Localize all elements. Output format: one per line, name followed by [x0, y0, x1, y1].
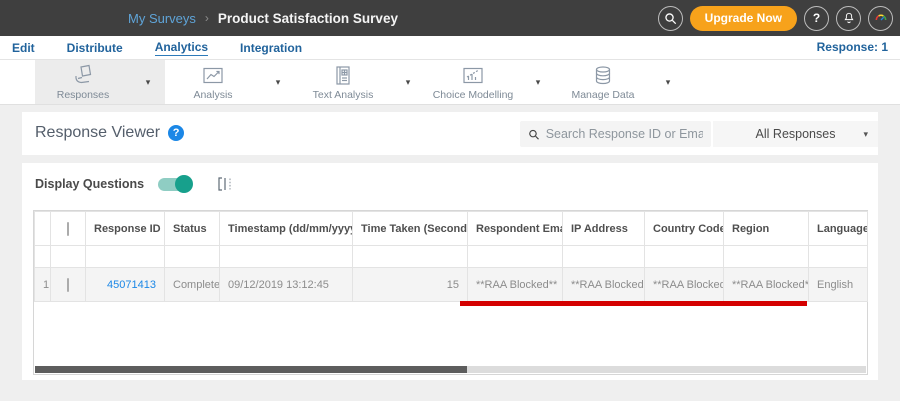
hand-document-icon: [75, 64, 92, 83]
header-respondent-email: Respondent Email: [467, 211, 563, 246]
header-response-id[interactable]: Response ID▼: [85, 211, 165, 246]
header-row: Response ID▼ Status Timestamp (dd/mm/yyy…: [34, 211, 868, 246]
header-region: Region: [723, 211, 809, 246]
status-cell: Completed: [164, 267, 220, 302]
responses-grid: Response ID▼ Status Timestamp (dd/mm/yyy…: [33, 210, 868, 375]
breadcrumb-separator-icon: ›: [204, 11, 209, 25]
header-country-code: Country Code: [644, 211, 724, 246]
filter-row: [34, 245, 868, 268]
breadcrumb-my-surveys[interactable]: My Surveys: [128, 11, 196, 26]
row-checkbox[interactable]: [67, 277, 69, 292]
bar-chart-icon: [463, 67, 483, 83]
chevron-down-icon: ▾: [863, 128, 868, 139]
response-count: Response: 1: [816, 40, 888, 54]
region-cell: **RAA Blocked**: [723, 267, 809, 302]
toolbar-item-analysis[interactable]: Analysis ▾: [165, 60, 295, 104]
display-questions-label: Display Questions: [35, 177, 145, 191]
language-cell: English: [808, 267, 868, 302]
database-icon: [595, 65, 611, 84]
toolbar-label: Analysis: [193, 88, 233, 101]
search-response-input[interactable]: [545, 127, 703, 141]
nav-item-distribute[interactable]: Distribute: [67, 41, 123, 55]
respondent-email-cell: **RAA Blocked**: [467, 267, 563, 302]
row-number-header: [34, 211, 51, 246]
breadcrumb: My Surveys › Product Satisfaction Survey: [128, 0, 398, 36]
avatar-gauge-icon[interactable]: [868, 5, 893, 31]
toolbar-item-manage-data[interactable]: Manage Data ▾: [555, 60, 685, 104]
breadcrumb-current-survey: Product Satisfaction Survey: [217, 10, 398, 26]
toolbar-label: Text Analysis: [312, 88, 374, 101]
select-all-checkbox[interactable]: [67, 221, 69, 236]
timestamp-cell: 09/12/2019 13:12:45: [219, 267, 353, 302]
response-id-cell: 45071413: [85, 267, 165, 302]
responses-filter-value: All Responses: [755, 127, 836, 141]
toolbar-label: Responses: [56, 88, 110, 101]
search-input-icon: [529, 129, 539, 140]
line-chart-icon: [203, 67, 223, 83]
search-icon[interactable]: [657, 5, 683, 31]
toolbar-item-text-analysis[interactable]: Text Analysis ▾: [295, 60, 425, 104]
nav-item-integration[interactable]: Integration: [240, 41, 302, 55]
manage-data-dropdown-caret[interactable]: ▾: [651, 60, 685, 104]
display-questions-toggle[interactable]: [158, 174, 194, 193]
header-status: Status: [164, 211, 220, 246]
text-analysis-dropdown-caret[interactable]: ▾: [391, 60, 425, 104]
response-search: [520, 121, 711, 147]
survey-nav: Edit Distribute Analytics Integration Re…: [0, 36, 900, 60]
analysis-dropdown-caret[interactable]: ▾: [261, 60, 295, 104]
red-annotation-underline: [460, 301, 807, 306]
toolbar-label: Choice Modelling: [432, 88, 514, 101]
header-timestamp[interactable]: Timestamp (dd/mm/yyyy)⇅: [219, 211, 353, 246]
viewer-help-icon[interactable]: ?: [168, 125, 185, 141]
time-taken-cell: 15: [352, 267, 468, 302]
column-settings-icon[interactable]: [217, 176, 233, 192]
responses-table: Response ID▼ Status Timestamp (dd/mm/yyy…: [34, 211, 868, 302]
row-select-cell: [50, 267, 86, 302]
response-grid-panel: Display Questions Response ID▼ St: [22, 163, 878, 380]
header-ip-address: IP Address: [562, 211, 645, 246]
horizontal-scrollbar-thumb[interactable]: [35, 366, 468, 373]
table-row: 1 45071413 Completed 09/12/2019 13:12:45…: [34, 267, 868, 302]
responses-dropdown-caret[interactable]: ▾: [131, 60, 165, 104]
response-id-link[interactable]: 45071413: [107, 279, 156, 291]
analytics-toolbar: Responses ▾ Analysis ▾ Text Analysis ▾ C…: [0, 60, 900, 105]
choice-modelling-dropdown-caret[interactable]: ▾: [521, 60, 555, 104]
header-language: Language: [808, 211, 868, 246]
page-title: Response Viewer: [35, 124, 161, 141]
magnifier-glyph: [664, 12, 676, 24]
toolbar-item-choice-modelling[interactable]: Choice Modelling ▾: [425, 60, 555, 104]
toolbar-item-responses[interactable]: Responses ▾: [35, 60, 165, 104]
nav-item-edit[interactable]: Edit: [12, 41, 35, 55]
responses-filter-dropdown[interactable]: All Responses ▾: [713, 121, 878, 147]
document-grid-icon: [336, 65, 350, 85]
help-icon[interactable]: ?: [804, 5, 829, 31]
header-time-taken[interactable]: Time Taken (Seconds)⇅: [352, 211, 468, 246]
select-all-header: [50, 211, 86, 246]
horizontal-scrollbar[interactable]: [35, 366, 866, 373]
nav-item-analytics[interactable]: Analytics: [154, 40, 209, 56]
ip-address-cell: **RAA Blocked**: [562, 267, 645, 302]
country-code-cell: **RAA Blocked**: [644, 267, 724, 302]
toolbar-label: Manage Data: [571, 88, 635, 101]
top-bar: My Surveys › Product Satisfaction Survey…: [0, 0, 900, 36]
notifications-bell-icon[interactable]: [836, 5, 861, 31]
response-viewer-header-panel: Response Viewer ? All Responses ▾: [22, 112, 878, 155]
upgrade-now-button[interactable]: Upgrade Now: [689, 5, 797, 31]
row-number-cell: 1: [34, 267, 51, 302]
